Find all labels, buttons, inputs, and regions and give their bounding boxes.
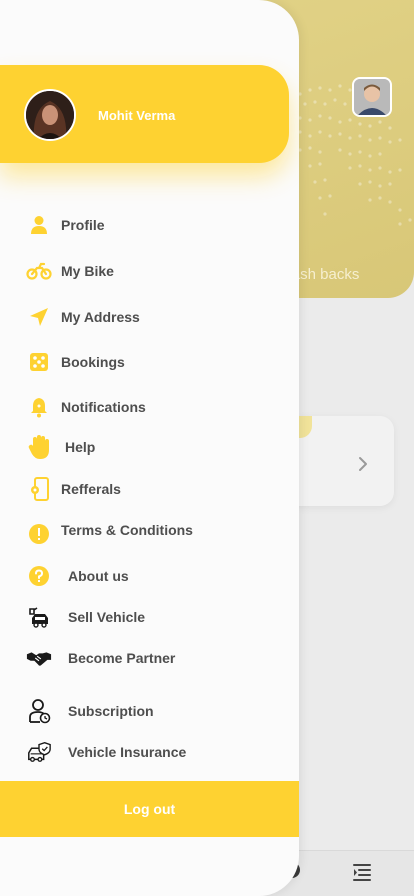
phone-gear-icon <box>26 476 52 502</box>
menu-item-sell-vehicle[interactable]: Sell Vehicle <box>26 604 145 630</box>
handshake-icon <box>26 645 52 671</box>
menu-label: Vehicle Insurance <box>68 744 187 760</box>
menu-item-about-us[interactable]: About us <box>26 563 129 589</box>
chevron-right-icon[interactable] <box>354 452 374 476</box>
menu-item-profile[interactable]: Profile <box>26 212 105 238</box>
menu-lines-icon[interactable] <box>350 860 374 884</box>
logout-label: Log out <box>123 801 176 817</box>
menu-item-become-partner[interactable]: Become Partner <box>26 645 175 671</box>
motorbike-icon <box>26 258 52 284</box>
car-shield-icon <box>26 739 52 765</box>
menu-label: About us <box>68 568 129 584</box>
header-avatar[interactable] <box>352 77 392 117</box>
menu-label: Help <box>65 439 96 455</box>
menu-label: Sell Vehicle <box>68 609 146 625</box>
user-clock-icon <box>26 698 52 724</box>
menu-item-my-bike[interactable]: My Bike <box>26 258 114 284</box>
menu-item-my-address[interactable]: My Address <box>26 304 140 330</box>
info-circle-icon <box>26 517 52 544</box>
menu-label: Subscription <box>68 703 154 719</box>
user-photo-icon <box>354 79 390 115</box>
menu-item-bookings[interactable]: Bookings <box>26 349 125 375</box>
user-name: Mohit Verma <box>98 108 176 123</box>
bell-icon <box>26 394 52 420</box>
dice-icon <box>26 349 52 375</box>
hand-icon <box>26 434 52 460</box>
menu-item-terms[interactable]: Terms & Conditions <box>26 517 193 544</box>
menu-item-refferals[interactable]: Refferals <box>26 476 121 502</box>
menu-label: My Address <box>61 309 140 325</box>
menu-item-subscription[interactable]: Subscription <box>26 698 154 724</box>
avatar[interactable] <box>24 89 76 141</box>
menu-label: Terms & Conditions <box>61 522 193 538</box>
profile-header[interactable]: Mohit Verma <box>0 65 289 163</box>
menu-item-notifications[interactable]: Notifications <box>26 394 146 420</box>
user-photo-icon <box>26 91 74 139</box>
menu-label: Profile <box>61 217 105 233</box>
menu-item-help[interactable]: Help <box>26 434 95 460</box>
navigation-drawer: Mohit Verma Profile My Bike My Address B… <box>0 0 299 896</box>
menu-label: Become Partner <box>68 650 176 666</box>
menu-label: My Bike <box>61 263 114 279</box>
menu-label: Bookings <box>61 354 125 370</box>
navigation-arrow-icon <box>26 304 52 330</box>
sell-vehicle-icon <box>26 604 52 630</box>
person-icon <box>26 212 52 238</box>
menu-label: Refferals <box>61 481 121 497</box>
menu-item-vehicle-insurance[interactable]: Vehicle Insurance <box>26 739 186 765</box>
question-circle-icon <box>26 563 52 589</box>
logout-button[interactable]: Log out <box>0 781 299 837</box>
menu-label: Notifications <box>61 399 146 415</box>
